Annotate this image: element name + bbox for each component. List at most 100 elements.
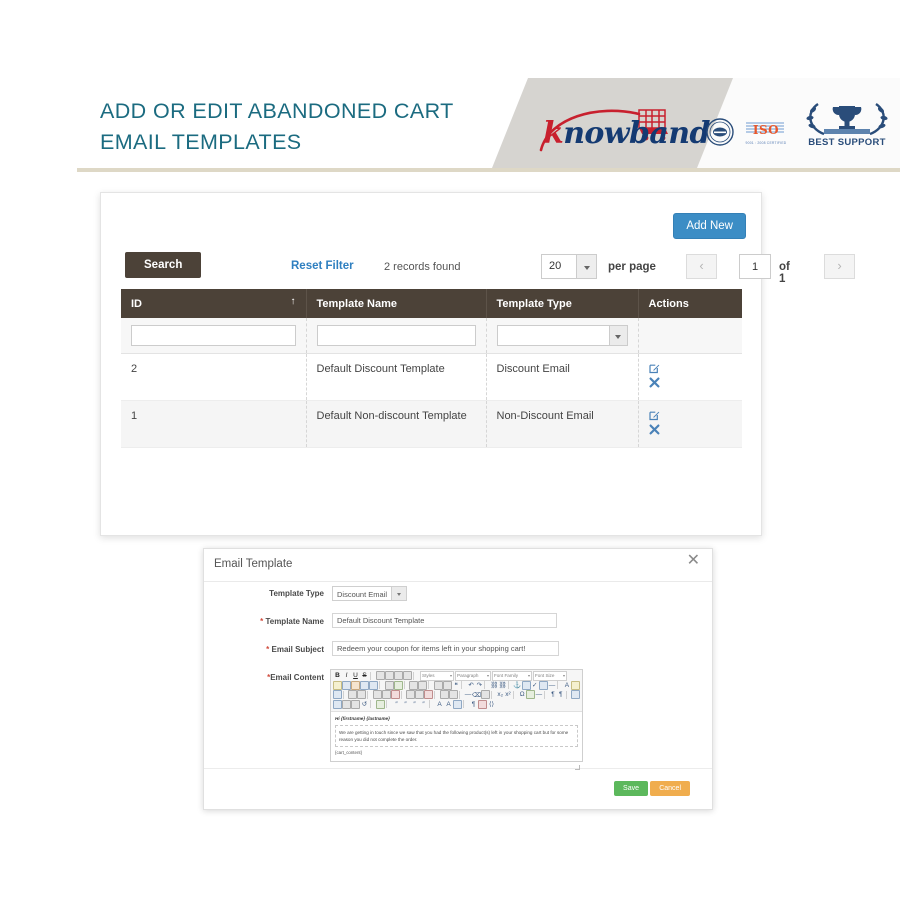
bold-icon[interactable]: B	[333, 671, 342, 680]
rtl-icon[interactable]: ¶	[557, 690, 565, 699]
add-new-button[interactable]: Add New	[673, 213, 746, 239]
code-icon[interactable]: ⟨⟩	[487, 700, 496, 709]
replace-icon[interactable]	[393, 680, 403, 690]
delete-icon[interactable]	[649, 424, 733, 435]
delete-column-icon[interactable]	[424, 690, 434, 700]
column-header-template-type[interactable]: Template Type	[486, 289, 639, 318]
deletion-icon[interactable]: ″	[419, 700, 428, 709]
delete-row-icon[interactable]	[390, 690, 400, 700]
reset-filter-link[interactable]: Reset Filter	[291, 260, 354, 272]
table-row[interactable]: 2 Default Discount Template Discount Ema…	[121, 353, 742, 401]
blockquote-icon[interactable]: ❝	[452, 681, 460, 690]
spellcheck-icon[interactable]: ✓	[531, 681, 539, 690]
nonbreaking-icon[interactable]: —	[535, 690, 543, 699]
absolute-position-icon[interactable]: ↺	[360, 700, 369, 709]
bullet-list-icon[interactable]	[409, 680, 419, 690]
insert-table-icon[interactable]	[348, 690, 358, 700]
align-right-icon[interactable]	[394, 671, 403, 681]
column-header-id[interactable]: ID ↑	[121, 289, 307, 318]
link-icon[interactable]: ⛓	[490, 681, 498, 690]
font-size-dropdown[interactable]: Font Size ▾	[533, 670, 567, 681]
background-color-icon[interactable]	[570, 680, 580, 690]
page-number-input[interactable]	[739, 254, 771, 279]
paste-icon[interactable]	[351, 680, 360, 690]
remove-format-icon[interactable]: ⌫	[472, 690, 481, 699]
strikethrough-icon[interactable]: S	[360, 671, 369, 680]
editor-content-area[interactable]: Hi {firstname} {lastname} We are getting…	[331, 712, 582, 772]
align-justify-icon[interactable]	[403, 671, 412, 681]
table-properties-icon[interactable]	[357, 690, 367, 700]
template-type-select[interactable]: Discount Email	[332, 586, 407, 601]
column-header-template-name[interactable]: Template Name	[306, 289, 487, 318]
copy-icon[interactable]	[342, 680, 351, 690]
unlink-icon[interactable]: ⛓	[498, 681, 506, 690]
style-props-icon[interactable]	[453, 699, 462, 709]
subscript-icon[interactable]: x₂	[496, 690, 504, 699]
text-color-icon[interactable]: A	[563, 681, 571, 690]
insert-column-after-icon[interactable]	[415, 690, 425, 700]
merge-cell-icon[interactable]	[448, 690, 458, 700]
cut-icon[interactable]	[333, 680, 342, 690]
next-page-button[interactable]: ›	[824, 254, 855, 279]
abbreviation-icon[interactable]: ″	[401, 700, 410, 709]
outdent-icon[interactable]	[434, 680, 444, 690]
font-family-dropdown[interactable]: Font Family ▾	[492, 670, 532, 681]
filter-input-id[interactable]	[131, 325, 296, 346]
visual-aid-icon[interactable]	[376, 699, 385, 709]
delete-icon[interactable]	[649, 377, 733, 388]
align-left-icon[interactable]	[376, 671, 385, 681]
underline-icon[interactable]: U	[351, 671, 360, 680]
print-icon[interactable]	[480, 690, 490, 700]
acronym-icon[interactable]: ″	[410, 700, 419, 709]
insert-column-before-icon[interactable]	[406, 690, 416, 700]
email-subject-input[interactable]	[332, 641, 559, 656]
filter-select-template-type[interactable]	[496, 325, 628, 346]
edit-icon[interactable]	[648, 410, 733, 421]
find-icon[interactable]	[384, 680, 394, 690]
paragraph-dropdown[interactable]: Paragraph ▾	[455, 670, 491, 681]
paste-text-icon[interactable]	[360, 680, 369, 690]
align-center-icon[interactable]	[385, 671, 394, 681]
split-cell-icon[interactable]	[439, 690, 449, 700]
indent-icon[interactable]	[443, 680, 453, 690]
per-page-select[interactable]: 20	[541, 254, 597, 279]
move-forward-icon[interactable]	[342, 699, 351, 709]
insert-row-before-icon[interactable]	[372, 690, 382, 700]
anchor-icon[interactable]: ⚓	[513, 681, 521, 690]
superscript-icon[interactable]: x²	[504, 690, 512, 699]
undo-icon[interactable]: ↶	[467, 681, 475, 690]
edit-icon[interactable]	[648, 363, 733, 374]
editor-resize-handle[interactable]	[575, 765, 580, 770]
cancel-button[interactable]: Cancel	[650, 781, 690, 796]
filter-input-template-name[interactable]	[316, 325, 476, 346]
page-break-icon[interactable]: —	[464, 690, 472, 699]
horizontal-rule-icon[interactable]: —	[548, 681, 556, 690]
per-page-value: 20	[549, 260, 562, 272]
edit-html-icon[interactable]	[333, 690, 342, 700]
insert-row-after-icon[interactable]	[381, 690, 391, 700]
italic-icon[interactable]: I	[342, 671, 351, 680]
paragraph-mark-icon[interactable]: ¶	[469, 700, 478, 709]
ltr-icon[interactable]: ¶	[549, 690, 557, 699]
attribute-a-icon[interactable]: A	[435, 700, 444, 709]
cite-icon[interactable]: ″	[392, 700, 401, 709]
media-icon[interactable]	[538, 680, 548, 690]
table-row[interactable]: 1 Default Non-discount Template Non-Disc…	[121, 400, 742, 448]
search-button[interactable]: Search	[125, 252, 202, 278]
redo-icon[interactable]: ↷	[475, 681, 483, 690]
special-character-icon[interactable]: Ω	[518, 690, 526, 699]
previous-page-button[interactable]: ‹	[686, 254, 717, 279]
template-name-input[interactable]	[332, 613, 557, 628]
styles-dropdown[interactable]: Styles ▾	[420, 670, 454, 681]
attribute-a2-icon[interactable]: A	[444, 700, 453, 709]
fullscreen-icon[interactable]	[571, 690, 581, 700]
paste-word-icon[interactable]	[369, 680, 378, 690]
move-backward-icon[interactable]	[351, 699, 360, 709]
close-icon[interactable]: ✕	[687, 553, 700, 569]
save-button[interactable]: Save	[614, 781, 648, 796]
emoticons-icon[interactable]	[526, 690, 535, 700]
numbered-list-icon[interactable]	[418, 680, 428, 690]
insert-layer-icon[interactable]	[333, 699, 342, 709]
image-icon[interactable]	[521, 680, 531, 690]
template-icon[interactable]	[478, 699, 487, 709]
